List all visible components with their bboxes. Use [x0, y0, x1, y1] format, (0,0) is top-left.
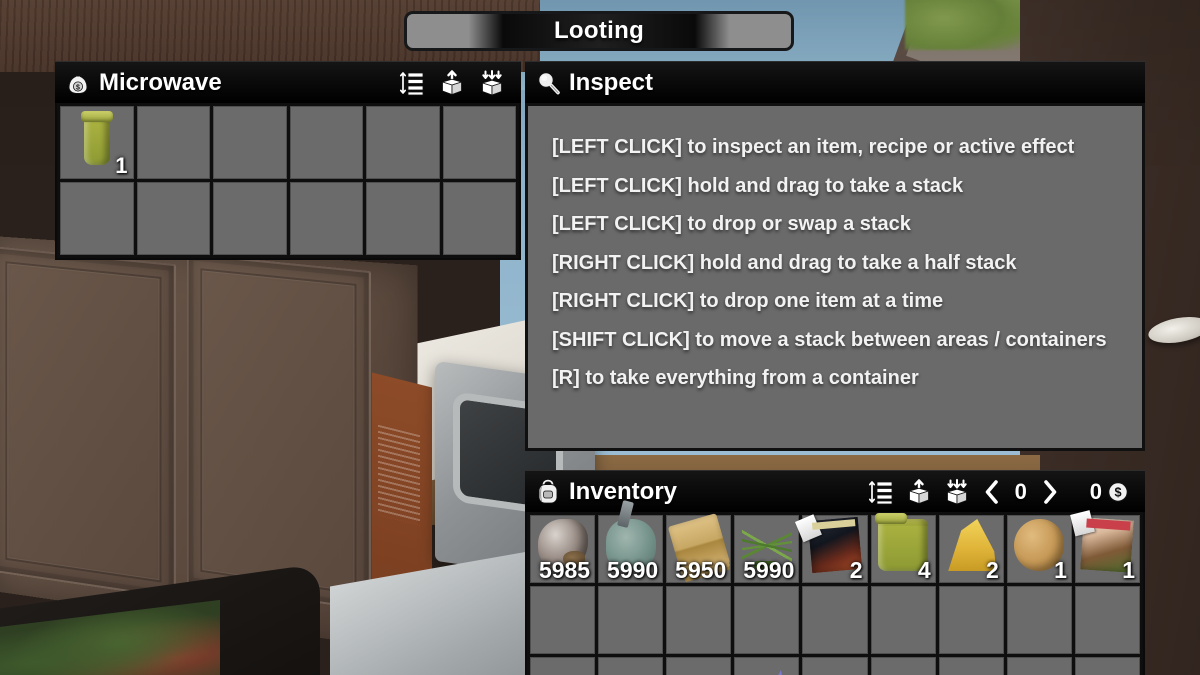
- inspect-hint-line: [LEFT CLICK] to drop or swap a stack: [552, 213, 911, 235]
- inspect-hint-line: [R] to take everything from a container: [552, 367, 919, 389]
- container-slot[interactable]: [60, 182, 134, 255]
- inventory-slot[interactable]: [666, 586, 732, 654]
- inventory-slot[interactable]: [1006, 586, 1072, 654]
- inventory-slot[interactable]: 1: [1006, 515, 1072, 583]
- inventory-slot[interactable]: 4: [870, 513, 936, 583]
- container-panel: $ Microwave 1: [55, 61, 521, 260]
- window-title: Looting: [553, 17, 645, 44]
- sort-stack-icon[interactable]: [399, 70, 425, 96]
- chevron-right-icon[interactable]: [1040, 479, 1060, 505]
- inventory-slot[interactable]: [666, 657, 732, 675]
- container-slot[interactable]: [442, 182, 516, 255]
- inspect-panel-title: Inspect: [569, 68, 654, 96]
- inventory-slot[interactable]: 2: [802, 515, 868, 583]
- slot-quantity: 5985: [538, 557, 591, 583]
- inventory-action-icons: 0 0 $: [868, 478, 1135, 505]
- put-all-icon[interactable]: [479, 69, 505, 96]
- pickle-jar-item-icon: [80, 111, 113, 166]
- container-panel-title: Microwave: [99, 68, 222, 96]
- container-slot[interactable]: [366, 106, 440, 179]
- inventory-page-number: 0: [1014, 478, 1027, 504]
- container-slot[interactable]: [289, 182, 363, 255]
- inventory-slot[interactable]: 2: [938, 515, 1004, 583]
- inventory-slot[interactable]: 5950: [666, 513, 732, 583]
- inventory-slot-grid: 5985 5990 5950 5990 2 4 2 1 1: [525, 512, 1145, 675]
- sort-stack-icon[interactable]: [868, 479, 894, 505]
- inventory-panel-header: Inventory 0 0 $: [525, 470, 1145, 512]
- slot-quantity: 2: [985, 557, 999, 583]
- svg-text:$: $: [76, 84, 80, 91]
- container-slot[interactable]: [136, 106, 210, 179]
- inspect-hint-line: [SHIFT CLICK] to move a stack between ar…: [552, 328, 1107, 351]
- cabinet-door-right: [186, 253, 371, 611]
- put-all-icon[interactable]: [944, 478, 970, 505]
- inventory-slot[interactable]: 5990: [734, 515, 800, 583]
- inspect-hint-line: [LEFT CLICK] hold and drag to take a sta…: [552, 174, 964, 197]
- inventory-slot[interactable]: 5985: [530, 515, 596, 583]
- cabinet-door-left: [0, 246, 176, 599]
- inventory-slot[interactable]: [530, 586, 596, 654]
- inspect-hint-line: [RIGHT CLICK] hold and drag to take a ha…: [552, 251, 1017, 274]
- slot-quantity: 5950: [675, 557, 727, 583]
- container-slot[interactable]: [366, 182, 440, 255]
- slot-quantity: 2: [849, 557, 863, 583]
- inventory-slot[interactable]: [734, 657, 800, 675]
- take-all-icon[interactable]: [906, 478, 932, 505]
- mech-parts-item-icon: [745, 670, 792, 675]
- backpack-icon: [535, 479, 561, 505]
- money-bag-icon: $: [65, 70, 91, 96]
- inventory-slot[interactable]: 1: [1074, 515, 1140, 583]
- inventory-slot[interactable]: [1006, 657, 1072, 675]
- inventory-slot[interactable]: [1074, 657, 1140, 675]
- inspect-panel-header: Inspect: [525, 61, 1145, 103]
- container-action-icons: [399, 69, 511, 96]
- container-slot[interactable]: [213, 182, 287, 255]
- take-all-icon[interactable]: [439, 69, 465, 96]
- container-slot[interactable]: [136, 182, 210, 255]
- inventory-slot[interactable]: 5990: [598, 515, 664, 583]
- currency-display: 0 $: [1090, 479, 1129, 505]
- inspect-hint-line: [RIGHT CLICK] to drop one item at a time: [552, 290, 944, 312]
- container-slot-grid: 1: [55, 103, 521, 260]
- inventory-slot[interactable]: [1074, 586, 1140, 654]
- inventory-slot[interactable]: [598, 586, 664, 654]
- container-slot[interactable]: [289, 106, 363, 179]
- inventory-slot[interactable]: [598, 657, 664, 675]
- inventory-slot[interactable]: [870, 586, 936, 654]
- chevron-left-icon[interactable]: [982, 479, 1002, 505]
- slot-quantity: 1: [1122, 557, 1135, 583]
- svg-text:$: $: [1114, 485, 1121, 499]
- slot-quantity: 1: [1054, 557, 1067, 583]
- inventory-slot[interactable]: [734, 586, 800, 654]
- magnifier-icon: [535, 70, 561, 96]
- inventory-slot[interactable]: [938, 586, 1004, 654]
- currency-value: 0: [1089, 478, 1102, 504]
- inspect-hint-line: [LEFT CLICK] to inspect an item, recipe …: [552, 136, 1075, 158]
- container-slot[interactable]: [213, 106, 287, 179]
- tree-foliage: [905, 0, 1035, 50]
- inventory-slot[interactable]: [530, 657, 596, 675]
- container-slot[interactable]: 1: [60, 106, 134, 179]
- container-panel-header: $ Microwave: [55, 61, 521, 103]
- inspect-panel: Inspect [LEFT CLICK] to inspect an item,…: [525, 61, 1145, 451]
- cabinet-vent-lines: [378, 424, 420, 526]
- inventory-panel: Inventory 0 0 $ 5985 5990 5950 5990 2 4 …: [525, 470, 1145, 675]
- inventory-slot[interactable]: [870, 657, 936, 675]
- container-slot[interactable]: [442, 106, 516, 179]
- slot-quantity: 5990: [743, 557, 795, 583]
- slot-quantity: 4: [917, 557, 931, 583]
- inventory-slot[interactable]: [938, 657, 1004, 675]
- slot-quantity: 1: [115, 153, 128, 178]
- window-title-bar: Looting: [404, 11, 794, 51]
- inventory-slot[interactable]: [802, 586, 868, 654]
- inventory-slot[interactable]: [802, 657, 868, 675]
- inspect-panel-body: [LEFT CLICK] to inspect an item, recipe …: [525, 103, 1145, 451]
- slot-quantity: 5990: [607, 557, 659, 583]
- dukes-coin-icon: $: [1107, 481, 1129, 503]
